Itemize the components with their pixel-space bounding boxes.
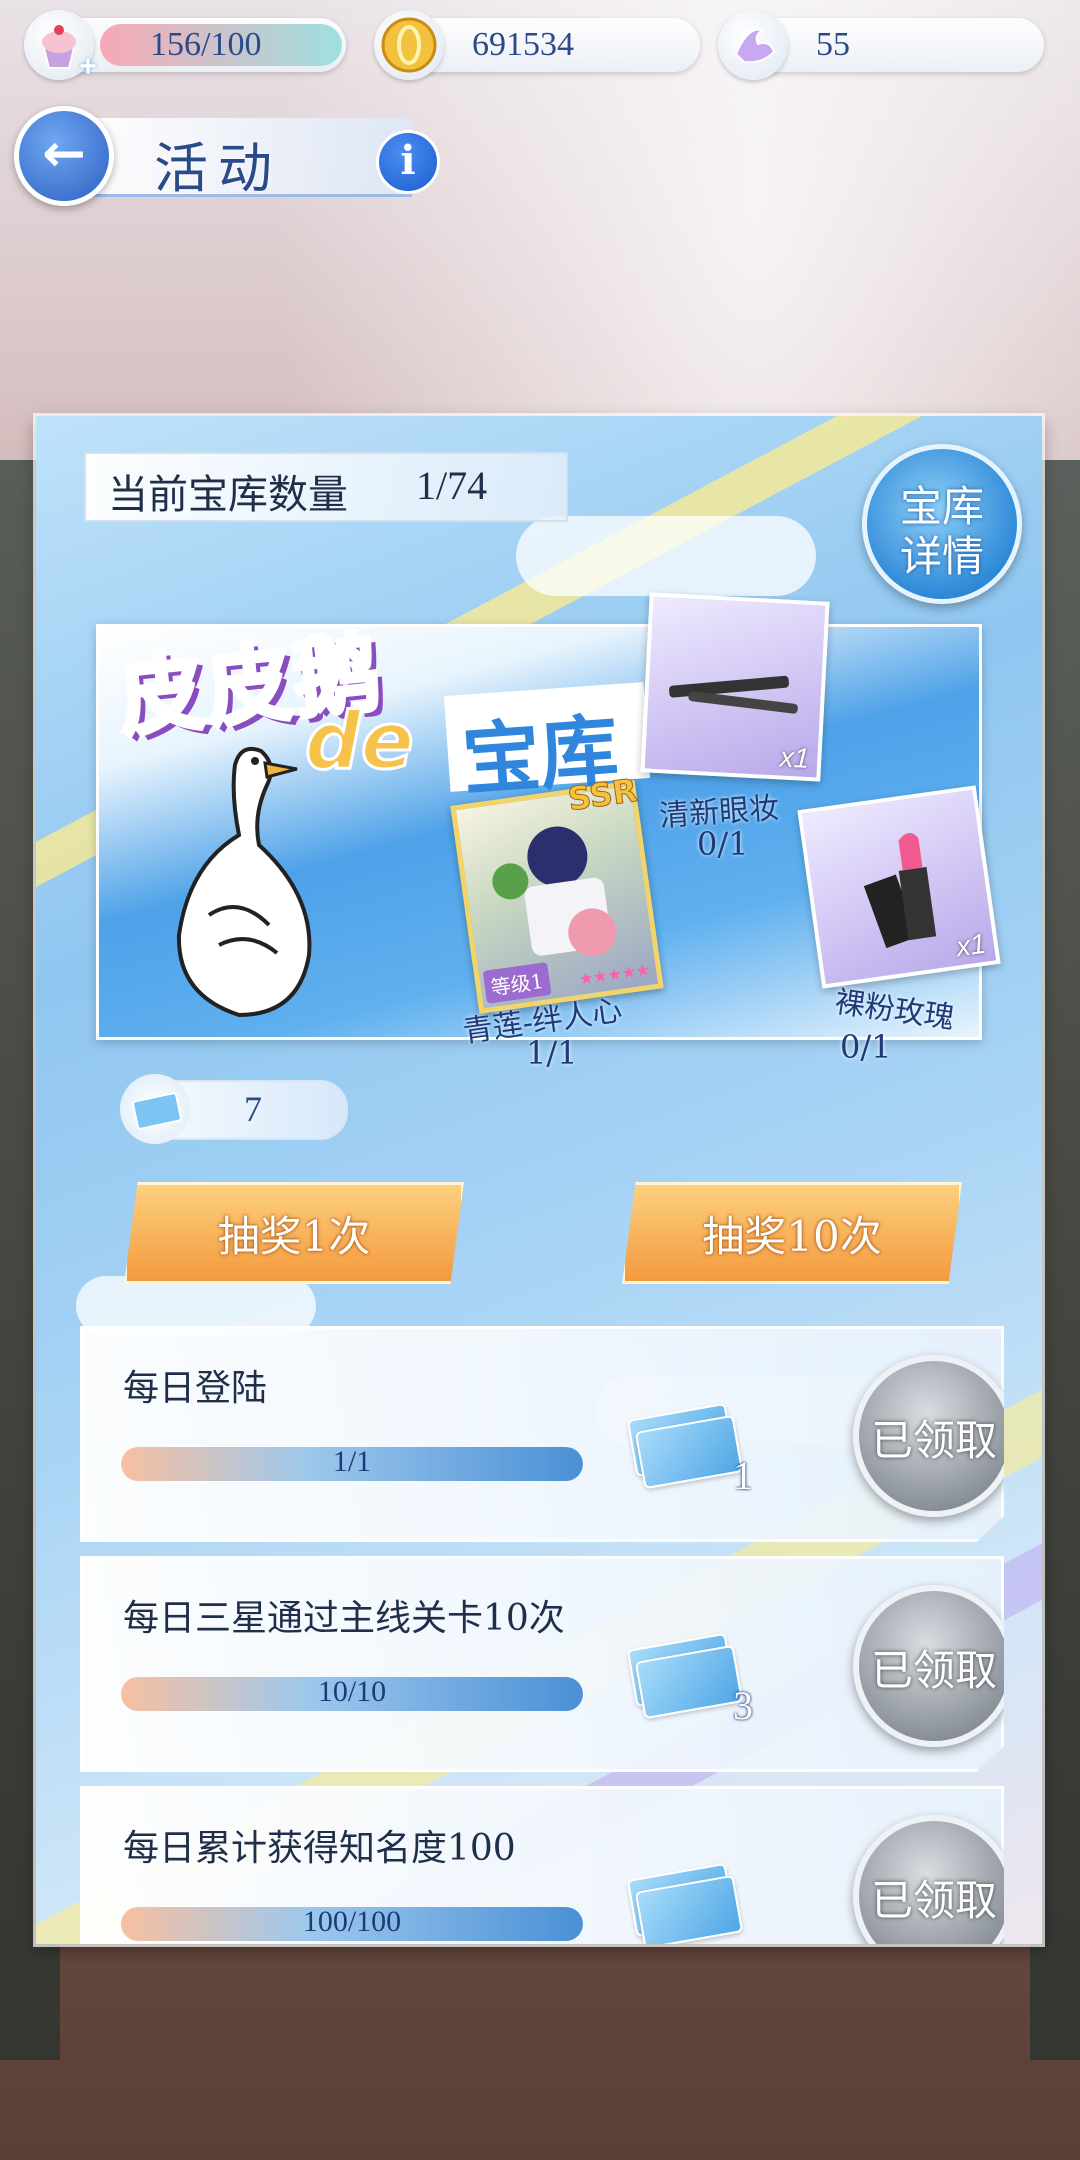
crystal-swan-icon: [718, 10, 788, 80]
ticket-counter: 7: [120, 1074, 348, 1144]
prize-progress: 1/1: [526, 1034, 578, 1072]
page-title-plate: 活动: [92, 118, 412, 200]
page-title: 活动: [154, 137, 282, 200]
ticket-count-value: 7: [244, 1089, 262, 1129]
coin-value: 691534: [472, 26, 574, 63]
ticket-reward: 1: [626, 1402, 753, 1498]
stamina-value: 156/100: [150, 26, 262, 63]
vault-details-button[interactable]: 宝库 详情: [862, 444, 1022, 604]
draw-once-button[interactable]: 抽奖1次: [124, 1182, 464, 1284]
task-progress-text: 1/1: [332, 1447, 372, 1478]
claimed-button[interactable]: 已领取: [853, 1585, 1004, 1747]
ticket-reward: 3: [626, 1632, 753, 1728]
vault-count-plate: 当前宝库数量 1/74: [84, 452, 568, 522]
prize-card-lipstick[interactable]: x1: [797, 785, 1001, 989]
task-card: 每日三星通过主线关卡10次 10/10 3 已领取: [80, 1556, 1004, 1772]
coin-bar: 691534: [374, 10, 700, 80]
activity-panel: 当前宝库数量 1/74 宝库 详情 皮皮鹅 de 宝库 x1 清新眼妆 0/1: [36, 416, 1042, 1944]
task-card: 每日累计获得知名度100 100/100 已领取: [80, 1786, 1004, 1944]
prize-count: x1: [954, 927, 988, 963]
gem-bar: 55: [718, 10, 1044, 80]
vault-count-value: 1/74: [416, 463, 488, 508]
stamina-bar[interactable]: + 156/100: [24, 10, 346, 82]
cloud: [516, 516, 816, 596]
prize-progress: 0/1: [697, 825, 749, 863]
ticket-reward: [626, 1862, 744, 1944]
task-progress-bar: 1/1: [121, 1447, 583, 1481]
draw-ten-button[interactable]: 抽奖10次: [622, 1182, 962, 1284]
prize-card-eyeliner[interactable]: x1: [640, 592, 830, 782]
back-button[interactable]: ←: [14, 106, 114, 206]
task-progress-bar: 10/10: [121, 1677, 583, 1711]
task-name: 每日三星通过主线关卡10次: [123, 1598, 565, 1639]
claimed-label: 已领取: [870, 1876, 997, 1925]
draw-once-label: 抽奖1次: [217, 1212, 371, 1261]
task-progress-text: 10/10: [317, 1677, 387, 1708]
reward-count: 1: [733, 1453, 753, 1498]
task-name: 每日登陆: [123, 1368, 268, 1409]
goose-illustration: [176, 746, 312, 1018]
reward-count: 3: [733, 1683, 753, 1728]
claimed-button[interactable]: 已领取: [853, 1355, 1004, 1517]
task-name: 每日累计获得知名度100: [123, 1828, 516, 1869]
arrow-left-icon: ←: [42, 124, 86, 184]
add-stamina-icon[interactable]: +: [74, 52, 102, 82]
task-progress-text: 100/100: [302, 1907, 402, 1938]
vault-details-label-2: 详情: [899, 532, 984, 581]
ticket-icon: [120, 1074, 190, 1144]
claimed-button[interactable]: 已领取: [853, 1815, 1004, 1944]
info-button[interactable]: i: [376, 130, 440, 194]
gold-coin-icon: [374, 10, 444, 80]
prize-progress: 0/1: [840, 1028, 892, 1066]
claimed-label: 已领取: [870, 1646, 997, 1695]
gem-value: 55: [816, 26, 850, 63]
task-progress-bar: 100/100: [121, 1907, 583, 1941]
prize-card-ssr[interactable]: SSR 等级1 ★★★★★: [450, 771, 664, 1014]
prize-count: x1: [779, 741, 811, 774]
banner-title-de: de: [304, 696, 416, 789]
vault-count-label: 当前宝库数量: [108, 472, 348, 518]
draw-ten-label: 抽奖10次: [702, 1212, 882, 1261]
task-card: 每日登陆 1/1 1 已领取: [80, 1326, 1004, 1542]
claimed-label: 已领取: [870, 1416, 997, 1465]
